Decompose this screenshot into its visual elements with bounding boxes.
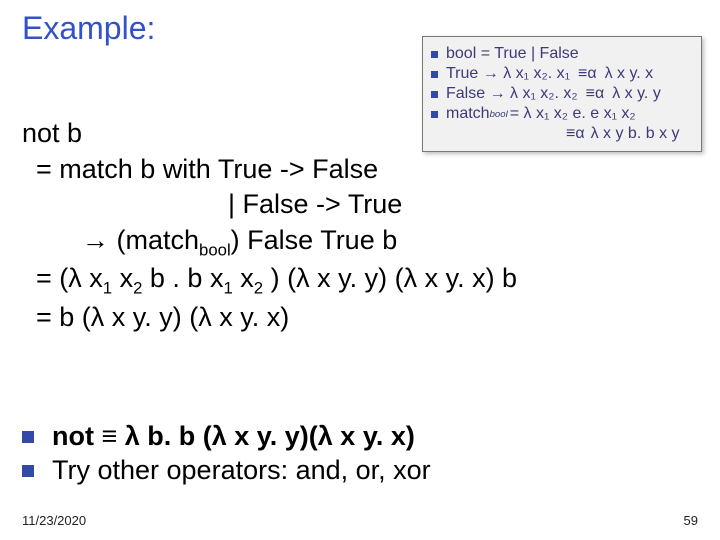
inset-text: λ x y. x — [605, 65, 654, 83]
inset-row-false: False → λ x₁ x₂. x₂ ≡α λ x y. y — [431, 85, 693, 103]
body-sub: bool — [199, 240, 231, 259]
inset-text: λ x y. y — [612, 85, 661, 103]
inset-text: = λ x₁ x₂ e. e x₁ x₂ — [510, 105, 636, 123]
inset-text: False → λ x₁ x₂. x₂ — [446, 85, 578, 103]
body-line: = (λ x1 x2 b . b x1 x2 ) (λ x y. y) (λ x… — [22, 261, 517, 299]
bullet-row: Try other operators: and, or, xor — [22, 455, 431, 486]
body-text: x — [112, 263, 133, 293]
body-text: → (match — [82, 225, 199, 255]
inset-row-true: True → λ x₁ x₂. x₁ ≡α λ x y. x — [431, 65, 693, 83]
body-line: = b (λ x y. y) (λ x y. x) — [22, 300, 517, 336]
bullets-block: not ≡ λ b. b (λ x y. y)(λ x y. x) Try ot… — [22, 418, 431, 489]
body-text: b . b x — [142, 263, 223, 293]
inset-row-bool: bool = True | False — [431, 45, 693, 63]
bullet-icon — [431, 71, 438, 78]
body-text: ) (λ x y. y) (λ x y. x) b — [263, 263, 517, 293]
bullet-text: not ≡ λ b. b (λ x y. y)(λ x y. x) — [52, 421, 415, 452]
bullet-icon — [22, 465, 34, 477]
body-text: x — [233, 263, 254, 293]
bullet-text: Try other operators: and, or, xor — [52, 455, 431, 486]
slide-title: Example: — [22, 10, 155, 47]
footer-page: 59 — [684, 513, 698, 528]
equiv-alpha: ≡α — [578, 65, 597, 83]
body-sub: 1 — [223, 279, 232, 298]
bullet-icon — [431, 91, 438, 98]
inset-text: λ x y b. b x y — [591, 125, 680, 143]
footer-date: 11/23/2020 — [22, 513, 86, 528]
derivation-body: not b = match b with True -> False | Fal… — [22, 116, 517, 335]
body-line: | False -> True — [22, 187, 517, 223]
body-sub: 1 — [103, 279, 112, 298]
equiv-alpha: ≡α — [586, 85, 605, 103]
equiv-alpha: ≡α — [566, 125, 585, 143]
inset-text: True → λ x₁ x₂. x₁ — [446, 65, 570, 83]
body-line: not b — [22, 116, 517, 152]
body-sub: 2 — [254, 279, 263, 298]
bullet-icon — [431, 51, 438, 58]
body-sub: 2 — [133, 279, 142, 298]
bullet-icon — [22, 431, 34, 443]
bullet-row: not ≡ λ b. b (λ x y. y)(λ x y. x) — [22, 421, 431, 452]
body-text: = (λ x — [36, 263, 103, 293]
body-line: = match b with True -> False — [22, 152, 517, 188]
inset-text: bool = True | False — [446, 45, 579, 63]
body-text: ) False True b — [231, 225, 398, 255]
body-line: → (matchbool) False True b — [22, 223, 517, 261]
slide: { "title": "Example:", "inset": { "line1… — [0, 0, 720, 540]
